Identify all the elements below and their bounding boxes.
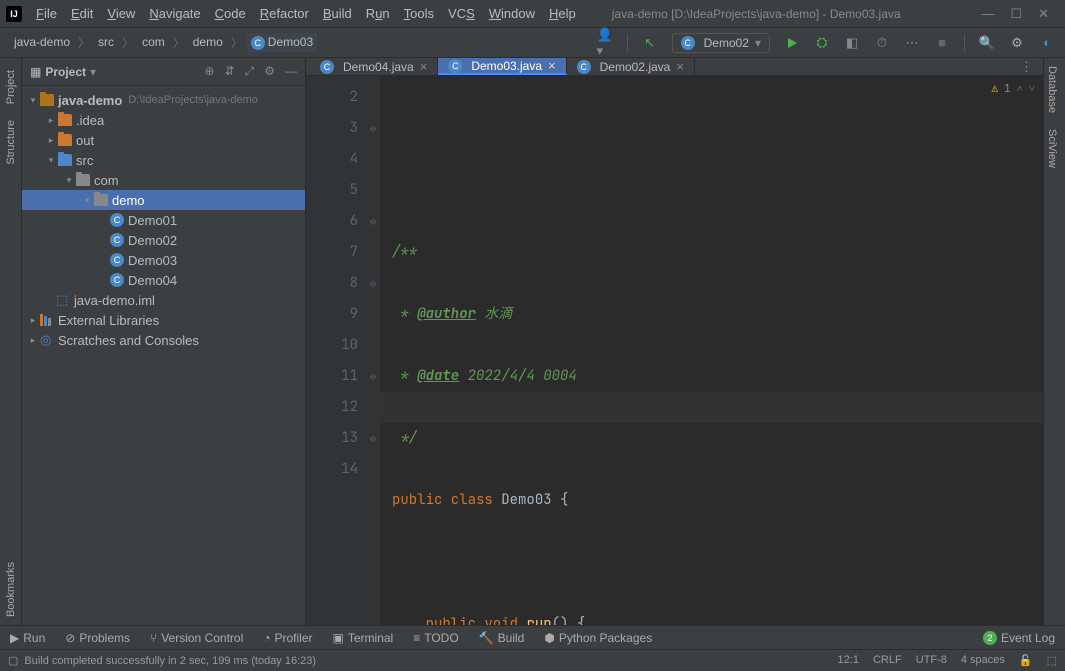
status-toggle-icon[interactable]: ▢ bbox=[8, 654, 18, 667]
tree-class-demo04[interactable]: CDemo04 bbox=[22, 270, 305, 290]
status-indent[interactable]: 4 spaces bbox=[961, 654, 1005, 667]
crumb-demo[interactable]: demo bbox=[189, 33, 227, 51]
bottom-build[interactable]: 🔨 Build bbox=[479, 631, 525, 645]
run-config-selector[interactable]: C Demo02 ▾ bbox=[672, 33, 770, 53]
panel-title: Project bbox=[45, 65, 86, 79]
debug-button[interactable]: ⛭ bbox=[814, 35, 830, 51]
minimize-button[interactable]: — bbox=[981, 6, 994, 22]
menu-vcs[interactable]: VCS bbox=[442, 3, 481, 24]
settings-icon[interactable]: ⚙ bbox=[1009, 35, 1025, 51]
gear-icon[interactable]: ⚙ bbox=[264, 64, 275, 79]
lock-icon[interactable]: 🔓 bbox=[1019, 654, 1033, 667]
close-icon[interactable]: × bbox=[676, 59, 684, 74]
profile-button[interactable]: ⏱ bbox=[874, 35, 890, 51]
close-icon[interactable]: × bbox=[420, 59, 428, 74]
tree-src[interactable]: ▾src bbox=[22, 150, 305, 170]
menu-window[interactable]: Window bbox=[483, 3, 541, 24]
build-hammer-icon[interactable]: ↖ bbox=[642, 35, 658, 51]
side-tab-bookmarks[interactable]: Bookmarks bbox=[3, 554, 19, 625]
close-icon[interactable]: × bbox=[548, 58, 556, 73]
bottom-eventlog[interactable]: 2 Event Log bbox=[983, 631, 1055, 645]
side-tab-project[interactable]: Project bbox=[3, 62, 19, 112]
tree-out[interactable]: ▸out bbox=[22, 130, 305, 150]
select-open-icon[interactable]: ⊕ bbox=[205, 64, 215, 79]
tree-root[interactable]: ▾ java-demoD:\IdeaProjects\java-demo bbox=[22, 90, 305, 110]
tree-scratches[interactable]: ▸◎Scratches and Consoles bbox=[22, 330, 305, 350]
status-message: Build completed successfully in 2 sec, 1… bbox=[24, 655, 316, 667]
tree-demo[interactable]: ▾demo bbox=[22, 190, 305, 210]
menu-help[interactable]: Help bbox=[543, 3, 582, 24]
app-icon: IJ bbox=[6, 6, 22, 22]
menu-navigate[interactable]: Navigate bbox=[143, 3, 206, 24]
tree-external-libs[interactable]: ▸External Libraries bbox=[22, 310, 305, 330]
status-encoding[interactable]: UTF-8 bbox=[916, 654, 947, 667]
tab-demo02[interactable]: CDemo02.java× bbox=[567, 58, 695, 75]
bottom-todo[interactable]: ≡ TODO bbox=[413, 631, 458, 645]
close-button[interactable]: ✕ bbox=[1038, 6, 1049, 22]
menu-file[interactable]: File bbox=[30, 3, 63, 24]
status-line-sep[interactable]: CRLF bbox=[873, 654, 902, 667]
editor[interactable]: 2 3 4 5 6 7 8 9 10 11 12 13 14 ⊖ ⊖ ⊖ ⊖ ⊖… bbox=[306, 76, 1043, 625]
menu-view[interactable]: View bbox=[101, 3, 141, 24]
bottom-profiler[interactable]: ◔ Profiler bbox=[263, 631, 312, 645]
menu-build[interactable]: Build bbox=[317, 3, 358, 24]
user-icon[interactable]: 👤▾ bbox=[597, 35, 613, 51]
status-menu-icon[interactable]: ⬚ bbox=[1047, 654, 1057, 667]
run-button[interactable] bbox=[784, 35, 800, 51]
code-area[interactable]: /** * @author 水滴 * @date 2022/4/4 0004 *… bbox=[380, 76, 1043, 625]
side-tab-sciview[interactable]: SciView bbox=[1044, 121, 1060, 176]
side-tab-structure[interactable]: Structure bbox=[3, 112, 19, 173]
tabs-menu-icon[interactable]: ⋮ bbox=[1010, 58, 1043, 75]
menu-refactor[interactable]: Refactor bbox=[254, 3, 315, 24]
plugin-icon[interactable]: ◐ bbox=[1039, 35, 1055, 51]
project-panel: ▦ Project ▾ ⊕ ⇵ ⤢ ⚙ — ▾ java-demoD:\Idea… bbox=[22, 58, 306, 625]
tree-class-demo01[interactable]: CDemo01 bbox=[22, 210, 305, 230]
bottom-run[interactable]: ▶ Run bbox=[10, 631, 45, 645]
hide-icon[interactable]: — bbox=[285, 64, 297, 79]
chevron-up-icon[interactable]: ˄ bbox=[1017, 82, 1023, 96]
status-pos[interactable]: 12:1 bbox=[838, 654, 859, 667]
tab-demo03[interactable]: CDemo03.java× bbox=[438, 58, 566, 75]
chevron-down-icon[interactable]: ˅ bbox=[1029, 82, 1035, 96]
bottom-vcs[interactable]: ⑂ Version Control bbox=[150, 631, 243, 645]
breadcrumbs: java-demo〉 src〉 com〉 demo〉 CDemo03 bbox=[10, 33, 317, 52]
bottom-terminal[interactable]: ▣ Terminal bbox=[333, 631, 394, 645]
tree-iml[interactable]: ⬚java-demo.iml bbox=[22, 290, 305, 310]
coverage-button[interactable]: ◧ bbox=[844, 35, 860, 51]
bottom-python[interactable]: ⬢ Python Packages bbox=[544, 631, 652, 645]
bottom-problems[interactable]: ⊘ Problems bbox=[65, 631, 130, 645]
gutter: 2 3 4 5 6 7 8 9 10 11 12 13 14 ⊖ ⊖ ⊖ ⊖ ⊖ bbox=[306, 76, 380, 625]
inspection-widget[interactable]: ⚠ 1 ˄ ˅ bbox=[991, 82, 1035, 96]
menu-run[interactable]: Run bbox=[360, 3, 396, 24]
editor-tabs: CDemo04.java× CDemo03.java× CDemo02.java… bbox=[306, 58, 1043, 76]
warning-icon: ⚠ bbox=[991, 82, 998, 96]
menu-code[interactable]: Code bbox=[209, 3, 252, 24]
collapse-icon[interactable]: ⤢ bbox=[245, 64, 255, 79]
expand-icon[interactable]: ⇵ bbox=[225, 64, 235, 79]
crumb-class[interactable]: CDemo03 bbox=[247, 33, 317, 52]
main-menu: File Edit View Navigate Code Refactor Bu… bbox=[30, 3, 582, 24]
attach-button[interactable]: ⋯ bbox=[904, 35, 920, 51]
crumb-project[interactable]: java-demo bbox=[10, 33, 74, 51]
maximize-button[interactable]: ☐ bbox=[1010, 6, 1022, 22]
tree-class-demo02[interactable]: CDemo02 bbox=[22, 230, 305, 250]
project-tree: ▾ java-demoD:\IdeaProjects\java-demo ▸.i… bbox=[22, 86, 305, 625]
search-icon[interactable]: 🔍 bbox=[979, 35, 995, 51]
menu-tools[interactable]: Tools bbox=[398, 3, 440, 24]
crumb-src[interactable]: src bbox=[94, 33, 118, 51]
side-tab-database[interactable]: Database bbox=[1044, 58, 1060, 121]
window-title: java-demo [D:\IdeaProjects\java-demo] - … bbox=[582, 7, 972, 21]
tree-class-demo03[interactable]: CDemo03 bbox=[22, 250, 305, 270]
menu-edit[interactable]: Edit bbox=[65, 3, 99, 24]
tree-com[interactable]: ▾com bbox=[22, 170, 305, 190]
tab-demo04[interactable]: CDemo04.java× bbox=[310, 58, 438, 75]
crumb-com[interactable]: com bbox=[138, 33, 169, 51]
stop-button[interactable]: ■ bbox=[934, 35, 950, 51]
tree-idea[interactable]: ▸.idea bbox=[22, 110, 305, 130]
